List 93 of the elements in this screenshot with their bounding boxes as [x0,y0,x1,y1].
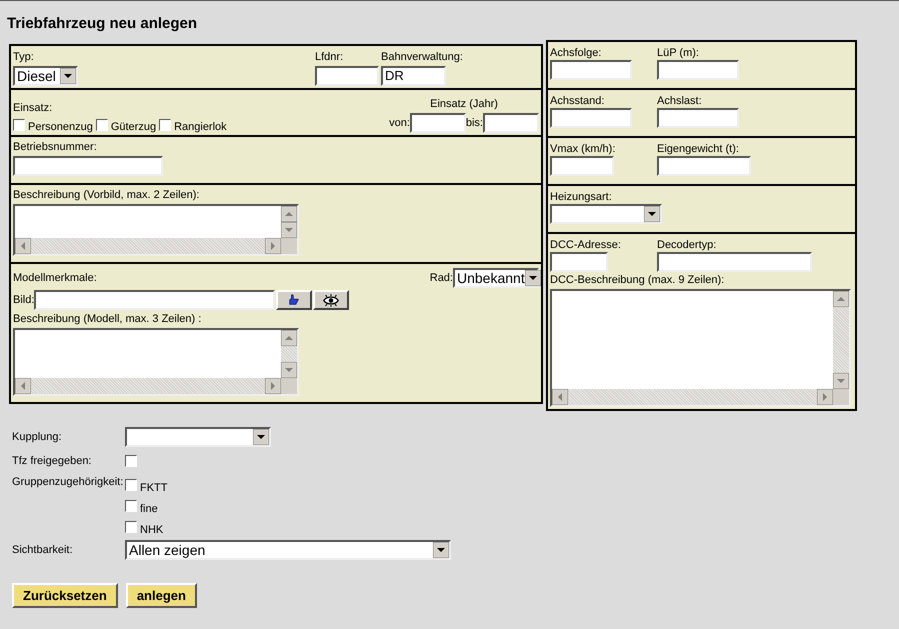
field-label: Decodertyp: [657,239,718,252]
dropdown[interactable] [550,204,662,224]
checkbox[interactable] [125,455,137,467]
coupling-dropdown[interactable] [125,427,271,447]
field-label: bis: [466,116,483,130]
field-label: Vmax (km/h): [550,143,616,156]
caret-icon [253,429,269,445]
checkbox-label: fine [140,503,158,515]
input-field[interactable] [657,60,739,80]
field-label: Beschreibung (Vorbild, max. 2 Zeilen): [13,189,200,202]
input-field[interactable] [550,252,608,272]
checkbox-label: NHK [140,524,164,536]
scroll-right-button[interactable] [817,389,833,405]
checkbox-label: Rangierlok [174,121,227,133]
horizontal-scrollbar[interactable] [552,389,833,405]
checkbox[interactable] [125,521,137,533]
input-field[interactable] [657,156,751,176]
field-label: Bild: [13,294,34,306]
scroll-up-button[interactable] [281,206,297,222]
scroll-up-button[interactable] [281,330,297,346]
scroll-right-button[interactable] [265,238,281,254]
checkbox[interactable] [96,119,108,131]
scroll-down-button[interactable] [281,222,297,238]
horizontal-scrollbar[interactable] [15,238,281,254]
checkbox[interactable] [125,500,137,512]
field-label: Einsatz: [13,102,54,115]
vertical-scrollbar[interactable] [281,330,297,378]
eye-icon [322,294,340,306]
field-label: Rad: [430,272,453,284]
text-area[interactable] [13,204,299,256]
input-field[interactable] [34,290,276,310]
input-field[interactable] [13,156,163,176]
field-label: Sichtbarkeit: [12,544,74,556]
checkbox[interactable] [125,479,137,491]
input-field[interactable] [657,108,739,128]
scroll-down-button[interactable] [833,373,849,389]
field-label: Bahnverwaltung: [381,51,464,64]
input-field[interactable] [550,60,632,80]
field-label: Betriebsnummer: [13,141,98,154]
text-area[interactable] [13,328,299,396]
input-field[interactable] [550,108,632,128]
scroll-left-button[interactable] [552,389,568,405]
section-label: Modellmerkmale: [13,272,97,284]
field-label: Beschreibung (Modell, max. 3 Zeilen) : [13,313,202,326]
field-label: Einsatz (Jahr) [429,98,499,111]
hand-icon [287,293,302,307]
wheel-dropdown[interactable]: Unbekannt [453,268,539,288]
visibility-dropdown[interactable]: Allen zeigen [125,540,451,560]
scroll-left-button[interactable] [15,378,31,394]
type-dropdown[interactable]: Diesel [13,66,78,86]
caret-icon [60,68,76,84]
input-field[interactable]: DR [381,66,446,86]
input-field[interactable] [410,113,466,133]
field-label: Kupplung: [12,431,63,443]
scroll-left-button[interactable] [15,238,31,254]
checkbox-label: Güterzug [110,121,156,133]
field-label: DCC-Beschreibung (max. 9 Zeilen): [550,274,726,287]
scrollbar-corner [281,378,297,394]
field-label: Achsstand: [550,95,606,108]
field-label: Achsfolge: [550,47,602,60]
page-title: Triebfahrzeug neu anlegen [6,14,198,34]
field-label: Typ: [13,51,35,64]
checkbox-label: Personenzug [28,121,93,133]
input-field[interactable] [315,66,379,86]
input-field[interactable] [483,113,539,133]
scrollbar-corner [281,238,297,254]
scroll-up-button[interactable] [833,291,849,307]
field-label: LüP (m): [657,47,700,60]
caret-icon [644,206,660,222]
scroll-right-button[interactable] [265,378,281,394]
input-field[interactable] [657,252,812,272]
text-area[interactable] [550,289,851,407]
create-button[interactable]: anlegen [126,583,197,608]
reset-button[interactable]: Zurücksetzen [12,583,118,608]
field-label: DCC-Adresse: [550,239,622,252]
field-label: Gruppenzugehörigkeit: [12,476,124,488]
field-label: Eigengewicht (t): [657,143,740,156]
upload-button[interactable] [276,290,312,310]
field-label: Tfz freigegeben: [12,455,92,467]
horizontal-scrollbar[interactable] [15,378,281,394]
field-label: von: [389,116,410,130]
field-label: Lfdnr: [315,51,344,64]
scrollbar-corner [833,389,849,405]
field-label: Achslast: [657,95,703,108]
checkbox[interactable] [159,119,172,131]
field-label: Heizungsart: [550,191,613,204]
vertical-scrollbar[interactable] [833,291,849,389]
checkbox[interactable] [13,119,25,131]
caret-icon [433,542,449,558]
scroll-down-button[interactable] [281,362,297,378]
input-field[interactable] [550,156,614,176]
checkbox-label: FKTT [140,482,168,494]
preview-button[interactable] [313,290,350,310]
